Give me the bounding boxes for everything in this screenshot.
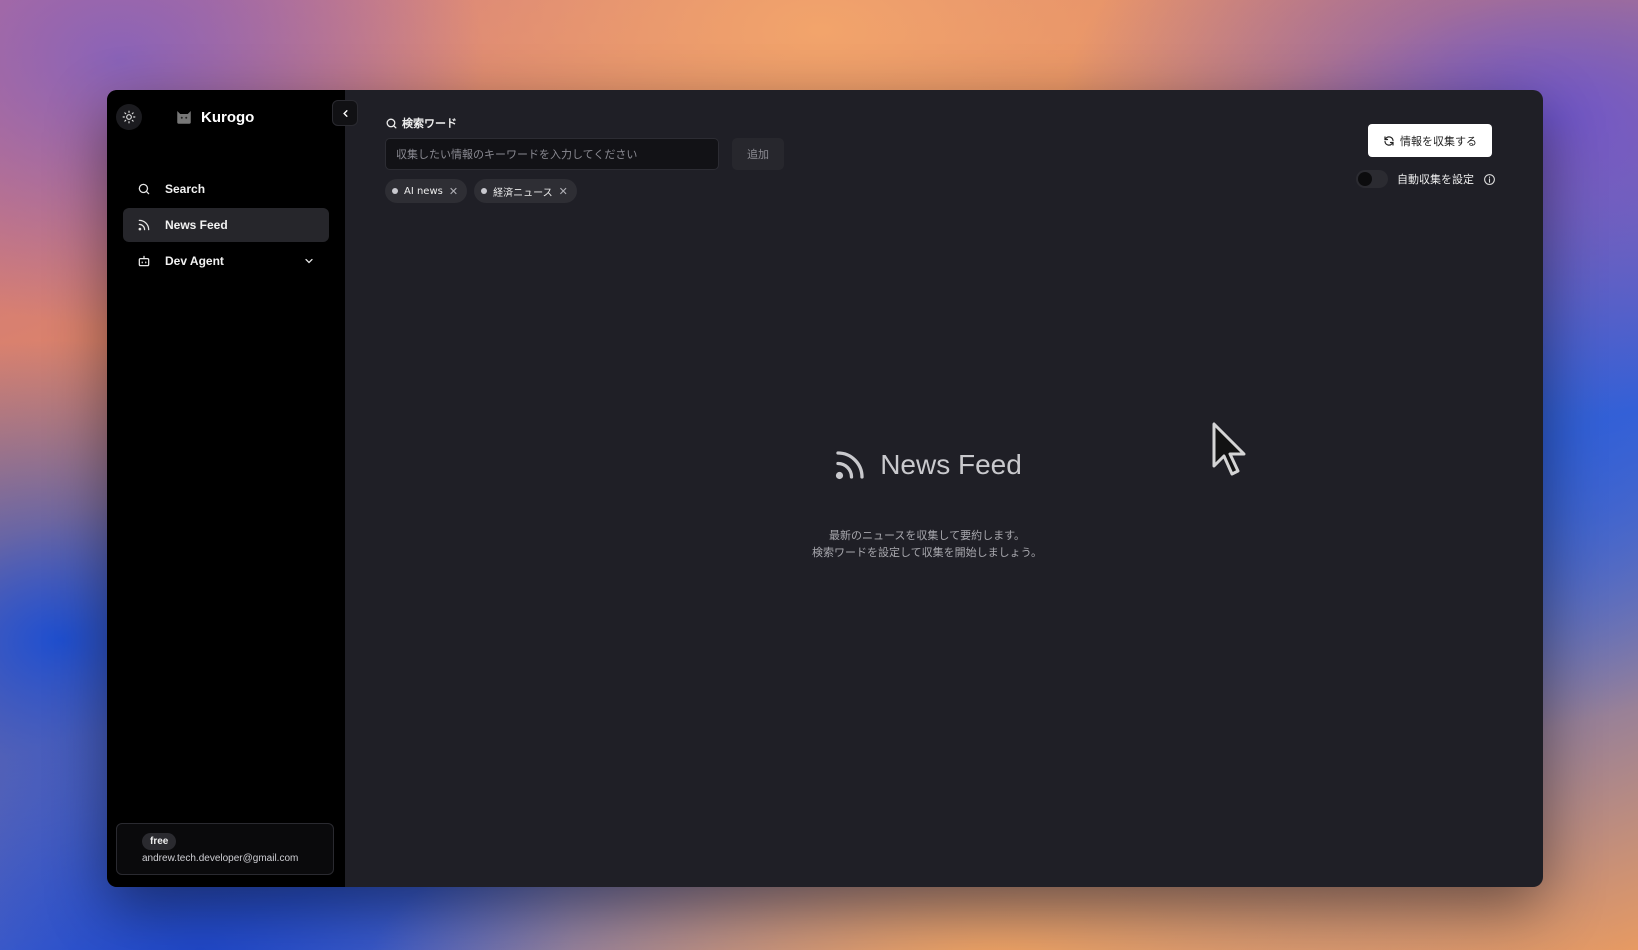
- close-icon[interactable]: ✕: [559, 186, 568, 197]
- search-icon: [386, 118, 397, 128]
- app-name: Kurogo: [201, 108, 255, 126]
- auto-collect-row: 自動収集を設定: [1356, 170, 1496, 188]
- tag-dot: [481, 188, 488, 194]
- auto-collect-label: 自動収集を設定: [1397, 173, 1474, 186]
- sidebar-item-label: Dev Agent: [165, 254, 224, 268]
- brand[interactable]: Kurogo: [175, 108, 254, 126]
- sidebar: Kurogo Search News Feed Dev Agent free a…: [107, 90, 345, 887]
- app-window: Kurogo Search News Feed Dev Agent free a…: [107, 90, 1543, 887]
- empty-state-title: News Feed: [707, 447, 1147, 483]
- search-icon: [137, 182, 151, 196]
- empty-state-line: 検索ワードを設定して収集を開始しましょう。: [811, 546, 1042, 559]
- empty-state-description: 最新のニュースを収集して要約します。 検索ワードを設定して収集を開始しましょう。: [707, 527, 1147, 561]
- sidebar-item-label: Search: [165, 182, 206, 196]
- chevron-down-icon[interactable]: [303, 255, 315, 267]
- sidebar-item-news-feed[interactable]: News Feed: [123, 208, 329, 242]
- rss-icon: [836, 451, 864, 480]
- refresh-icon: [1384, 135, 1394, 146]
- search-words-label: 検索ワード: [385, 115, 457, 131]
- tag-dot: [392, 188, 398, 194]
- collect-info-button[interactable]: 情報を収集する: [1368, 124, 1492, 157]
- collect-info-label: 情報を収集する: [1400, 134, 1477, 148]
- keyword-input[interactable]: [385, 138, 719, 170]
- search-words-label-text: 検索ワード: [402, 118, 457, 130]
- empty-state-line: 最新のニュースを収集して要約します。: [828, 529, 1026, 542]
- mouse-cursor-icon: [1212, 422, 1246, 476]
- empty-state-title-text: News Feed: [880, 449, 1022, 480]
- keyword-tag[interactable]: AI news ✕: [385, 179, 468, 203]
- sidebar-nav: Search News Feed Dev Agent: [123, 172, 329, 280]
- collapse-sidebar-button[interactable]: [332, 100, 358, 126]
- auto-collect-toggle[interactable]: [1356, 170, 1388, 188]
- info-icon[interactable]: [1483, 173, 1496, 186]
- sidebar-item-label: News Feed: [165, 218, 228, 232]
- empty-state: News Feed 最新のニュースを収集して要約します。 検索ワードを設定して収…: [707, 447, 1147, 561]
- sun-icon: [122, 110, 136, 124]
- chevron-left-icon: [342, 109, 348, 117]
- keyword-tags: AI news ✕ 経済ニュース ✕: [385, 179, 577, 203]
- tag-label: 経済ニュース: [493, 187, 553, 199]
- account-panel[interactable]: free andrew.tech.developer@gmail.com: [116, 823, 334, 875]
- sidebar-item-dev-agent[interactable]: Dev Agent: [123, 244, 329, 278]
- bot-icon: [137, 254, 151, 268]
- toggle-knob: [1358, 172, 1372, 186]
- add-keyword-button[interactable]: 追加: [732, 138, 784, 170]
- plan-badge: free: [142, 833, 177, 850]
- sidebar-item-search[interactable]: Search: [123, 172, 329, 206]
- close-icon[interactable]: ✕: [449, 186, 458, 197]
- tag-label: AI news: [404, 185, 443, 197]
- theme-toggle-button[interactable]: [116, 104, 142, 130]
- cat-logo-icon: [177, 111, 191, 124]
- rss-icon: [137, 218, 151, 232]
- keyword-tag[interactable]: 経済ニュース ✕: [474, 179, 577, 203]
- account-email: andrew.tech.developer@gmail.com: [142, 853, 299, 864]
